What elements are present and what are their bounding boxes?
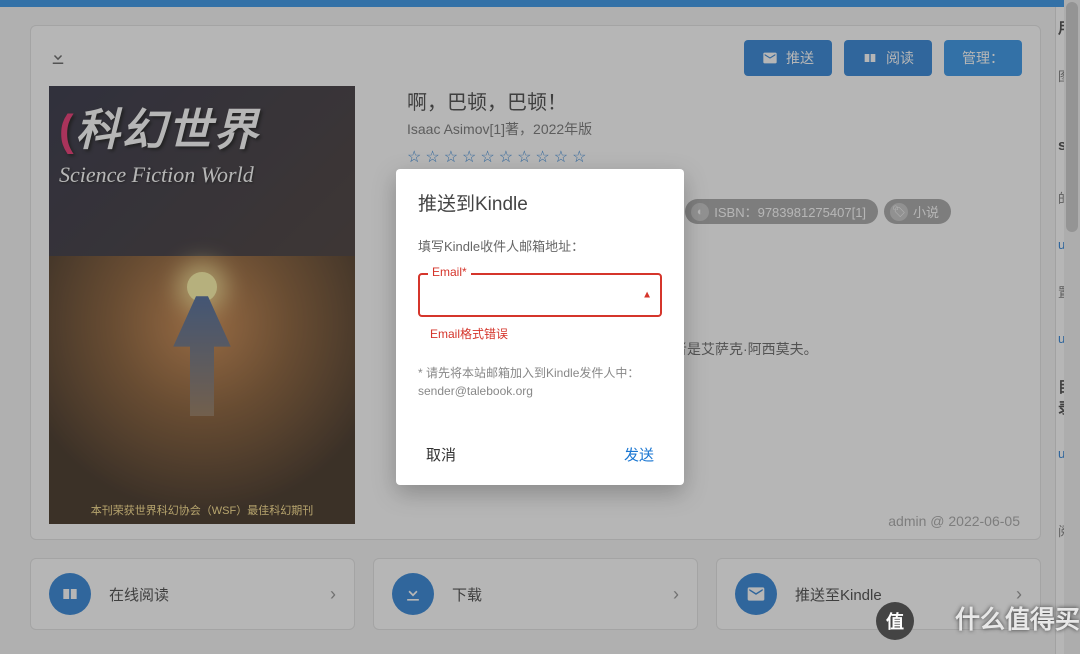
dialog-subtitle: 填写Kindle收件人邮箱地址： — [418, 236, 662, 255]
sender-email: sender@talebook.org — [418, 384, 533, 398]
dialog-actions: 取消 发送 — [418, 438, 662, 471]
push-kindle-dialog: 推送到Kindle 填写Kindle收件人邮箱地址： Email* ▲ Emai… — [396, 169, 684, 485]
email-field-wrapper: Email* ▲ — [418, 273, 662, 317]
brand-text: 什么值得买 — [955, 600, 1080, 636]
cancel-button[interactable]: 取消 — [418, 438, 464, 471]
modal-overlay: 推送到Kindle 填写Kindle收件人邮箱地址： Email* ▲ Emai… — [0, 0, 1080, 654]
email-label: Email* — [428, 265, 471, 279]
dialog-title: 推送到Kindle — [418, 189, 662, 216]
dropdown-caret-icon[interactable]: ▲ — [642, 290, 652, 301]
email-error: Email格式错误 — [418, 321, 662, 342]
send-button[interactable]: 发送 — [616, 438, 662, 471]
brand-badge: 值 — [876, 602, 914, 640]
email-input[interactable] — [418, 273, 662, 317]
dialog-note: * 请先将本站邮箱加入到Kindle发件人中： sender@talebook.… — [418, 364, 662, 400]
